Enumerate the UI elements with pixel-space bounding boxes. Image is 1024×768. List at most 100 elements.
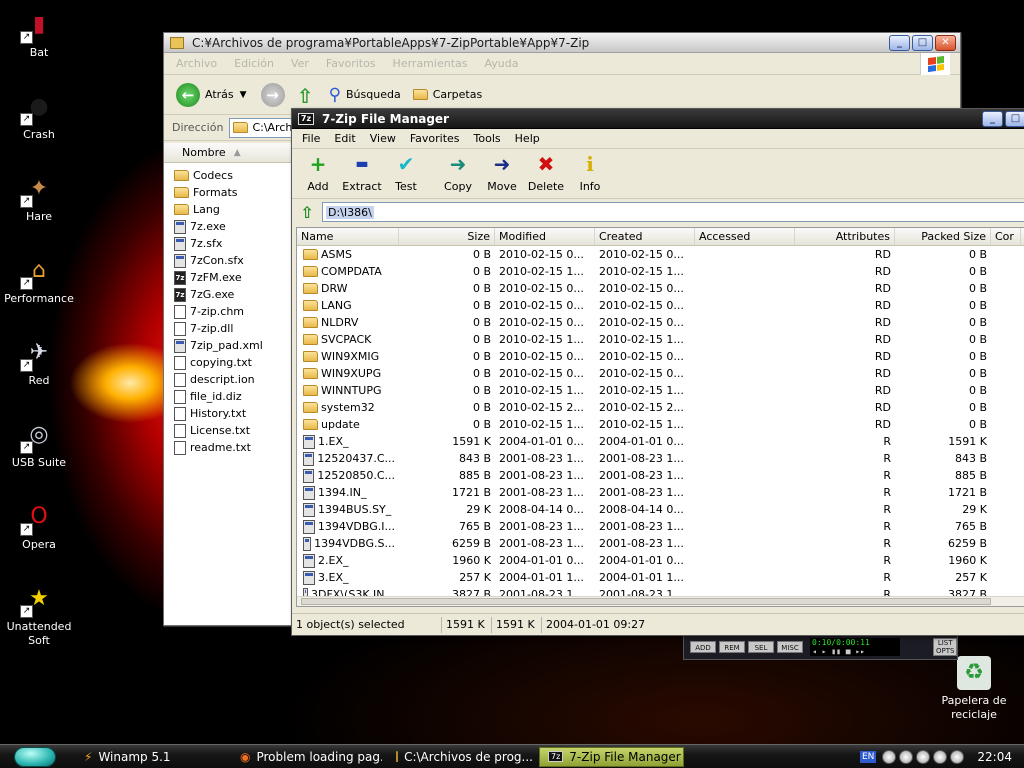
column-header-cor[interactable]: Cor	[991, 228, 1021, 245]
table-row[interactable]: 1394VDBG.S... 6259 B 2001-08-23 1... 2001-0…	[297, 535, 1024, 552]
path-input[interactable]: D:\I386\	[322, 202, 1024, 222]
table-row[interactable]: WIN9XMIG 0 B 2010-02-15 0... 2010-02-15 0..…	[297, 348, 1024, 365]
table-row[interactable]: WINNTUPG 0 B 2010-02-15 1... 2010-02-15 1..…	[297, 382, 1024, 399]
folders-button[interactable]: Carpetas	[433, 88, 482, 101]
desktop-icon-usb-suite[interactable]: ◎ USB Suite	[0, 418, 79, 470]
list-item[interactable]: descript.ion	[164, 371, 291, 388]
close-button[interactable]: ✕	[935, 34, 956, 51]
sevenzip-file-list[interactable]: Name Size Modified Created Accessed Attribute…	[296, 227, 1024, 607]
sevenzip-window[interactable]: 7z 7-Zip File Manager _ □ File Edit View Fa…	[291, 108, 1024, 636]
maximize-button[interactable]: □	[912, 34, 933, 51]
column-header-packed-size[interactable]: Packed Size	[895, 228, 991, 245]
table-row[interactable]: LANG 0 B 2010-02-15 0... 2010-02-15 0... RD 0…	[297, 297, 1024, 314]
table-row[interactable]: 1394VDBG.I... 765 B 2001-08-23 1... 2001-08…	[297, 518, 1024, 535]
language-indicator[interactable]: EN	[859, 750, 877, 763]
table-row[interactable]: SVCPACK 0 B 2010-02-15 1... 2010-02-15 1...…	[297, 331, 1024, 348]
table-row[interactable]: 1394.IN_ 1721 B 2001-08-23 1... 2001-08-23 …	[297, 484, 1024, 501]
scrollbar-thumb[interactable]	[301, 598, 991, 605]
list-item[interactable]: History.txt	[164, 405, 291, 422]
table-row[interactable]: DRW 0 B 2010-02-15 0... 2010-02-15 0... RD 0 …	[297, 280, 1024, 297]
list-item[interactable]: copying.txt	[164, 354, 291, 371]
maximize-button[interactable]: □	[1005, 110, 1024, 127]
back-arrow-icon[interactable]: ←	[176, 82, 200, 107]
list-item[interactable]: Codecs	[164, 167, 291, 184]
menu-tools[interactable]: Tools	[474, 132, 501, 145]
desktop-icon-crash[interactable]: ● Crash	[0, 90, 79, 142]
column-header-modified[interactable]: Modified	[495, 228, 595, 245]
desktop-icon-red[interactable]: ✈ Red	[0, 336, 79, 388]
copy-button[interactable]: ➜ Copy	[436, 153, 480, 193]
menu-edición[interactable]: Edición	[234, 57, 274, 70]
column-header-name[interactable]: Name	[297, 228, 399, 245]
winamp-sel-button[interactable]: SEL	[748, 641, 774, 653]
table-row[interactable]: 3.EX_ 257 K 2004-01-01 1... 2004-01-01 1...…	[297, 569, 1024, 586]
explorer-file-list[interactable]: Nombre ▲ Codecs Formats Lang 7z.exe 7z.sfx 7z…	[164, 143, 292, 625]
taskbar-item-3[interactable]: C:\Archivos de prog...	[388, 747, 533, 767]
clock[interactable]: 22:04	[977, 750, 1012, 764]
move-button[interactable]: ➜ Move	[480, 153, 524, 193]
minimize-button[interactable]: _	[889, 34, 910, 51]
up-folder-icon[interactable]: ⇧	[298, 203, 316, 222]
table-row[interactable]: 2.EX_ 1960 K 2004-01-01 0... 2004-01-01 0..…	[297, 552, 1024, 569]
list-item[interactable]: readme.txt	[164, 439, 291, 456]
menu-view[interactable]: View	[370, 132, 396, 145]
list-item[interactable]: 7zip_pad.xml	[164, 337, 291, 354]
tray-app-icon[interactable]	[933, 749, 948, 764]
menu-ayuda[interactable]: Ayuda	[484, 57, 518, 70]
sevenzip-titlebar[interactable]: 7z 7-Zip File Manager _ □	[292, 109, 1024, 129]
tray-volume-icon[interactable]	[899, 749, 914, 764]
table-row[interactable]: 12520437.C... 843 B 2001-08-23 1... 2001-08…	[297, 450, 1024, 467]
winamp-rem-button[interactable]: REM	[719, 641, 745, 653]
table-row[interactable]: system32 0 B 2010-02-15 2... 2010-02-15 2..…	[297, 399, 1024, 416]
taskbar-item-2[interactable]: ◉ Problem loading pag...	[232, 747, 382, 767]
column-header-name[interactable]: Nombre ▲	[164, 143, 291, 163]
column-header-accessed[interactable]: Accessed	[695, 228, 795, 245]
winamp-controls-icon[interactable]: ◂ ▸ ▮▮ ■ ▸▸	[812, 647, 900, 656]
table-row[interactable]: ASMS 0 B 2010-02-15 0... 2010-02-15 0... RD 0…	[297, 246, 1024, 263]
list-item[interactable]: 7-zip.dll	[164, 320, 291, 337]
desktop-icon-bat[interactable]: ▮ Bat	[0, 8, 79, 60]
desktop-icon-performance[interactable]: ⌂ Performance	[0, 254, 79, 306]
menu-herramientas[interactable]: Herramientas	[393, 57, 468, 70]
menu-favoritos[interactable]: Favoritos	[326, 57, 376, 70]
back-button[interactable]: Atrás	[205, 88, 234, 101]
table-row[interactable]: 12520850.C... 885 B 2001-08-23 1... 2001-08…	[297, 467, 1024, 484]
winamp-playlist-bar[interactable]: ADD REM SEL MISC 0:10/0:00:11 ◂ ▸ ▮▮ ■ ▸▸ L…	[683, 634, 958, 660]
desktop-icon-opera[interactable]: O Opera	[0, 500, 79, 552]
back-dropdown-icon[interactable]: ▼	[240, 90, 247, 100]
list-item[interactable]: 7zCon.sfx	[164, 252, 291, 269]
list-opts-button[interactable]: LIST OPTS	[933, 638, 957, 656]
up-folder-icon[interactable]: ⇧	[297, 84, 319, 108]
address-input[interactable]: C:\Archi	[229, 117, 300, 138]
horizontal-scrollbar[interactable]	[297, 596, 1024, 606]
tray-network-icon[interactable]	[882, 749, 897, 764]
minimize-button[interactable]: _	[982, 110, 1003, 127]
delete-button[interactable]: ✖ Delete	[524, 153, 568, 193]
table-row[interactable]: NLDRV 0 B 2010-02-15 0... 2010-02-15 0... RD…	[297, 314, 1024, 331]
winamp-misc-button[interactable]: MISC	[777, 641, 803, 653]
list-item[interactable]: Lang	[164, 201, 291, 218]
taskbar-item-4[interactable]: 7z 7-Zip File Manager	[539, 746, 684, 767]
table-row[interactable]: 1394BUS.SY_ 29 K 2008-04-14 0... 2008-04-14…	[297, 501, 1024, 518]
desktop-icon-hare[interactable]: ✦ Hare	[0, 172, 79, 224]
start-button[interactable]	[14, 746, 56, 767]
menu-file[interactable]: File	[302, 132, 320, 145]
column-header-size[interactable]: Size	[399, 228, 495, 245]
desktop-icon-recycle-bin[interactable]: ♻ Papelera de reciclaje	[934, 656, 1014, 722]
menu-archivo[interactable]: Archivo	[176, 57, 217, 70]
search-button[interactable]: Búsqueda	[346, 88, 401, 101]
table-row[interactable]: WIN9XUPG 0 B 2010-02-15 0... 2010-02-15 0..…	[297, 365, 1024, 382]
menu-favorites[interactable]: Favorites	[410, 132, 460, 145]
list-item[interactable]: file_id.diz	[164, 388, 291, 405]
tray-update-icon[interactable]	[950, 749, 965, 764]
menu-ver[interactable]: Ver	[291, 57, 309, 70]
list-item[interactable]: 7-zip.chm	[164, 303, 291, 320]
list-item[interactable]: Formats	[164, 184, 291, 201]
column-header-attributes[interactable]: Attributes	[795, 228, 895, 245]
column-header-created[interactable]: Created	[595, 228, 695, 245]
info-button[interactable]: i Info	[568, 153, 612, 193]
list-item[interactable]: 7z.exe	[164, 218, 291, 235]
forward-arrow-icon[interactable]: →	[260, 82, 285, 107]
test-button[interactable]: ✔ Test	[384, 153, 428, 193]
table-row[interactable]: update 0 B 2010-02-15 1... 2010-02-15 1... R…	[297, 416, 1024, 433]
